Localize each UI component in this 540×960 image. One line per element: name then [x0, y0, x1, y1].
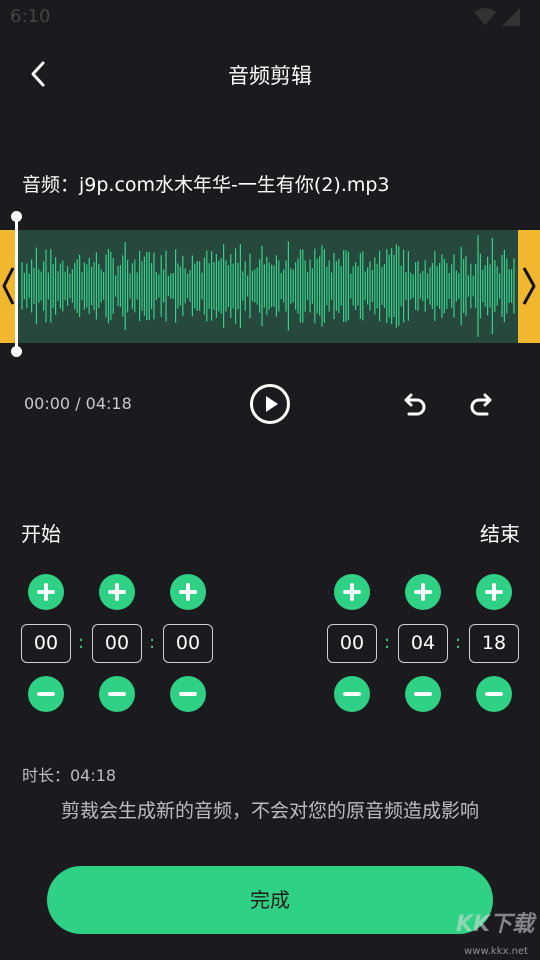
signal-icon	[502, 8, 520, 26]
start-second-increment-button[interactable]	[170, 574, 206, 610]
start-separator: :	[78, 632, 85, 653]
playhead-knob-bottom[interactable]	[11, 346, 22, 357]
file-name-label: 音频：j9p.com水木年华-一生有你(2).mp3	[22, 174, 390, 196]
playhead[interactable]	[15, 212, 18, 354]
end-hour-decrement-button[interactable]	[334, 676, 370, 712]
start-label: 开始	[21, 522, 61, 546]
start-minute-increment-button[interactable]	[99, 574, 135, 610]
time-readout: 00:00 / 04:18	[24, 394, 132, 413]
end-separator: :	[384, 632, 391, 653]
chevron-right-icon	[522, 267, 536, 305]
page-title: 音频剪辑	[228, 64, 312, 88]
end-separator: :	[455, 632, 462, 653]
start-minute-field[interactable]: 00	[92, 624, 142, 663]
start-second-field[interactable]: 00	[163, 624, 213, 663]
status-icons	[474, 8, 520, 26]
duration-label: 时长：04:18	[22, 766, 117, 785]
watermark-logo: KK下载	[455, 912, 534, 937]
end-second-field[interactable]: 18	[469, 624, 519, 663]
end-minute-decrement-button[interactable]	[405, 676, 441, 712]
playhead-knob-top[interactable]	[11, 211, 22, 222]
end-hour-increment-button[interactable]	[334, 574, 370, 610]
undo-button[interactable]	[398, 389, 430, 421]
end-second-decrement-button[interactable]	[476, 676, 512, 712]
start-separator: :	[149, 632, 156, 653]
start-hour-increment-button[interactable]	[28, 574, 64, 610]
undo-icon	[404, 393, 426, 416]
play-icon	[250, 384, 290, 424]
start-hour-decrement-button[interactable]	[28, 676, 64, 712]
redo-icon	[470, 393, 492, 416]
status-bar: 6:10	[0, 0, 540, 36]
end-hour-field[interactable]: 00	[327, 624, 377, 663]
play-button[interactable]	[249, 383, 291, 425]
status-time: 6:10	[10, 6, 51, 27]
start-hour-field[interactable]: 00	[21, 624, 71, 663]
start-second-decrement-button[interactable]	[170, 676, 206, 712]
end-label: 结束	[480, 522, 520, 546]
start-minute-decrement-button[interactable]	[99, 676, 135, 712]
wifi-icon	[474, 8, 496, 25]
done-button[interactable]: 完成	[47, 866, 493, 934]
end-minute-field[interactable]: 04	[398, 624, 448, 663]
redo-button[interactable]	[466, 389, 498, 421]
end-minute-increment-button[interactable]	[405, 574, 441, 610]
end-second-increment-button[interactable]	[476, 574, 512, 610]
watermark-url: www.kkx.net	[464, 946, 528, 957]
waveform	[21, 235, 515, 337]
trim-handle-right[interactable]	[518, 230, 540, 343]
hint-text: 剪裁会生成新的音频，不会对您的原音频造成影响	[60, 800, 479, 822]
